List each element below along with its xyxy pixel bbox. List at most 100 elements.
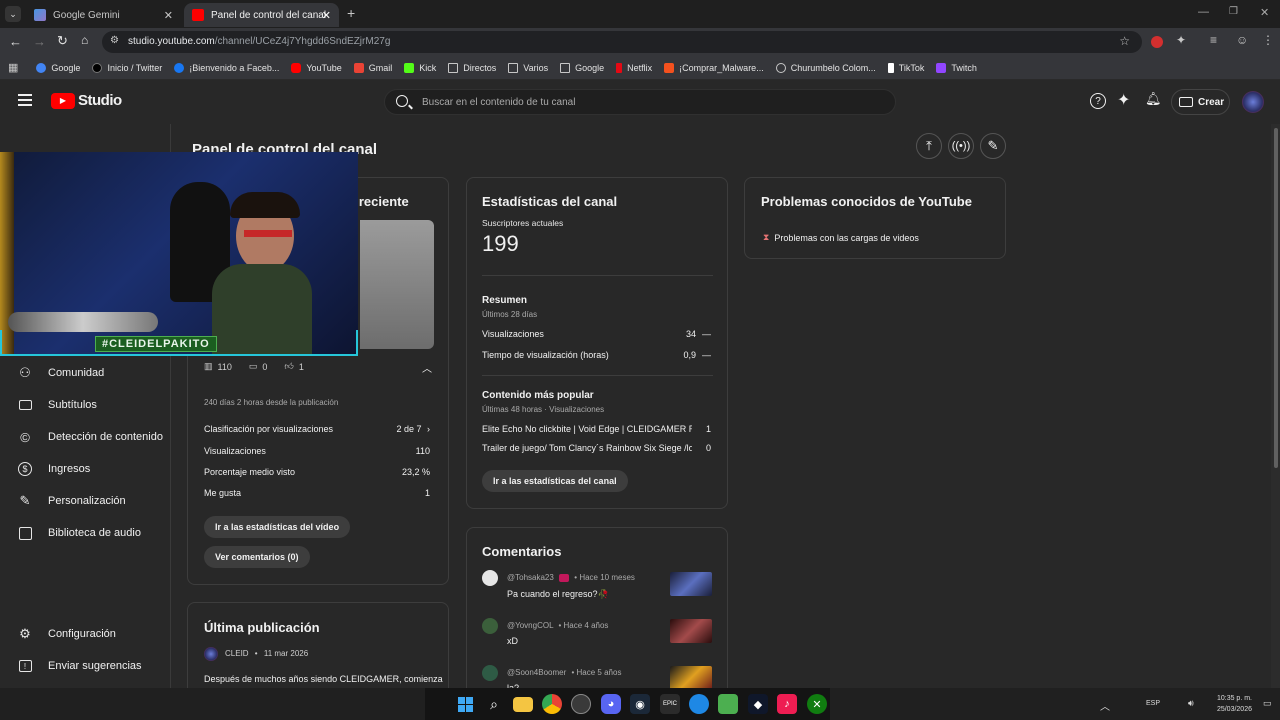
comment-user[interactable]: @Tohsaka23 [507,573,554,582]
video-thumbnail[interactable] [670,666,712,690]
discord-icon[interactable]: ◕ [601,694,621,714]
tiktok-icon[interactable]: ♪ [777,694,797,714]
sidebar-item-comunidad[interactable]: ⚇ Comunidad [0,357,171,389]
bookmark-twitch[interactable]: Twitch [936,62,977,73]
upload-icon[interactable]: ⤒ [916,133,942,159]
comment-user[interactable]: @Soon4Boomer [507,668,566,677]
live-broadcast-icon[interactable]: ((•)) [948,133,974,159]
bookmark-google[interactable]: Google [36,62,80,73]
back-icon[interactable]: ← [9,34,22,49]
steam-icon[interactable]: ◉ [630,694,650,714]
media-controls-icon[interactable]: ≡ [1210,33,1217,47]
close-window-button[interactable]: ✕ [1260,6,1269,19]
comment-time: • Hace 5 años [571,668,622,677]
bookmark-folder-directos[interactable]: Directos [448,62,496,73]
bookmark-churumbelo[interactable]: Churumbelo Colom... [775,62,876,73]
chevron-up-icon[interactable]: ︿ [422,360,432,375]
profile-icon[interactable]: ☺ [1236,33,1248,47]
tab-google-gemini[interactable]: Google Gemini ✕ [26,3,181,27]
hamburger-menu-icon[interactable] [18,94,32,106]
scrollbar-thumb[interactable] [1274,128,1278,468]
search-icon[interactable]: ⌕ [484,694,504,714]
popular-item[interactable]: Elite Echo No clickbite | Void Edge | CL… [482,424,692,434]
close-icon[interactable]: ✕ [322,9,331,22]
bookmark-malware[interactable]: ¡Comprar_Malware... [664,62,764,73]
popular-sub: Últimas 48 horas · Visualizaciones [482,405,605,414]
video-thumbnail[interactable] [360,220,434,349]
notifications-bell-icon[interactable]: 🔔︎ [1145,91,1162,107]
url-field[interactable]: ⚙ studio.youtube.com/channel/UCeZ4j7Yhgd… [102,31,1142,53]
video-thumbnail[interactable] [670,572,712,596]
stat-value: 34— [685,329,711,339]
comment-text: xD [507,636,518,646]
kick-icon [404,62,415,73]
bookmark-gmail[interactable]: Gmail [353,62,392,73]
apps-grid-icon[interactable]: ▦ [8,61,18,74]
edge-icon[interactable] [689,694,709,714]
bookmark-facebook[interactable]: ¡Bienvenido a Faceb... [174,62,279,73]
menu-kebab-icon[interactable]: ⋮ [1262,33,1274,47]
audio-library-icon [17,525,33,541]
epic-games-icon[interactable]: EPIC [660,694,680,714]
video-thumbnail[interactable] [670,619,712,643]
notifications-icon[interactable]: ▭ [1263,698,1272,709]
app-icon[interactable]: ◆ [748,694,768,714]
create-button[interactable]: Crear [1171,89,1230,115]
bookmark-tiktok[interactable]: TikTok [887,62,924,73]
bar-chart-icon: ▥ [204,361,213,371]
sidebar-item-ingresos[interactable]: $ Ingresos [0,453,171,485]
minimize-button[interactable]: — [1198,6,1209,18]
popular-item[interactable]: Trailer de juego/ Tom Clancy´s Rainbow S… [482,443,692,453]
tab-list-chevron-icon[interactable]: ⌄ [5,6,21,22]
channel-stats-button[interactable]: Ir a las estadísticas del canal [482,470,628,492]
help-icon[interactable]: ? [1090,93,1106,109]
extension-icon[interactable] [1151,36,1163,48]
sidebar-item-subtitulos[interactable]: Subtítulos [0,389,171,421]
gemini-sparkle-icon[interactable]: ✦ [1117,90,1130,110]
tray-chevron-icon[interactable]: ︿ [1100,698,1110,713]
address-toolbar: ← → ↻ ⌂ ⚙ studio.youtube.com/channel/UCe… [0,28,1280,56]
sidebar-item-sugerencias[interactable]: ! Enviar sugerencias [0,650,171,682]
new-tab-button[interactable]: + [347,5,355,21]
sidebar-item-biblioteca-audio[interactable]: Biblioteca de audio [0,517,171,549]
forward-icon[interactable]: → [33,34,46,49]
studio-logo[interactable]: ▶ Studio [51,92,122,109]
bookmark-netflix[interactable]: Netflix [616,62,652,73]
bookmark-twitter[interactable]: Inicio / Twitter [92,62,162,73]
row-value[interactable]: 2 de 7 › [396,424,430,434]
obs-icon[interactable] [571,694,591,714]
clock[interactable]: 10:35 p. m. 25/03/2026 [1206,693,1252,715]
bookmark-star-icon[interactable]: ☆ [1119,34,1130,48]
file-explorer-icon[interactable] [513,697,533,712]
view-comments-button[interactable]: Ver comentarios (0) [204,546,310,568]
search-input[interactable]: Buscar en el contenido de tu canal [384,89,896,115]
puzzle-icon[interactable]: ✦ [1176,33,1186,47]
known-issue-item[interactable]: ⧗ Problemas con las cargas de videos [763,232,919,243]
xbox-icon[interactable]: ✕ [807,694,827,714]
windows-start-icon[interactable] [455,694,475,714]
language-indicator[interactable]: ESP [1146,700,1160,707]
bookmark-youtube[interactable]: YouTube [291,62,342,73]
home-icon[interactable]: ⌂ [81,33,88,47]
webcam-overlay: #CLEIDELPAKITO [0,152,358,356]
tab-studio[interactable]: Panel de control del canal - You ✕ [184,3,339,27]
sidebar-item-configuracion[interactable]: ⚙ Configuración [0,618,171,650]
sidebar-item-deteccion[interactable]: © Detección de contenido [0,421,171,453]
minecraft-icon[interactable] [718,694,738,714]
comment-user[interactable]: @YovngCOL [507,621,553,630]
reload-icon[interactable]: ↻ [57,33,68,49]
bookmark-kick[interactable]: Kick [404,62,436,73]
close-icon[interactable]: ✕ [164,9,173,22]
video-stats-button[interactable]: Ir a las estadísticas del vídeo [204,516,351,538]
site-info-icon[interactable]: ⚙ [110,35,119,46]
maximize-button[interactable]: ❐ [1229,6,1238,17]
chrome-icon[interactable] [542,694,562,714]
avatar[interactable] [1242,91,1264,113]
bookmark-folder-varios[interactable]: Varios [508,62,548,73]
create-post-icon[interactable]: ✎ [980,133,1006,159]
bookmark-folder-google[interactable]: Google [560,62,604,73]
stat-label: Visualizaciones [482,329,544,339]
volume-icon[interactable]: 🔊︎ [1188,698,1194,709]
sidebar-item-personalizacion[interactable]: ✎ Personalización [0,485,171,517]
comment-meta: @YovngCOL • Hace 4 años [507,621,608,630]
